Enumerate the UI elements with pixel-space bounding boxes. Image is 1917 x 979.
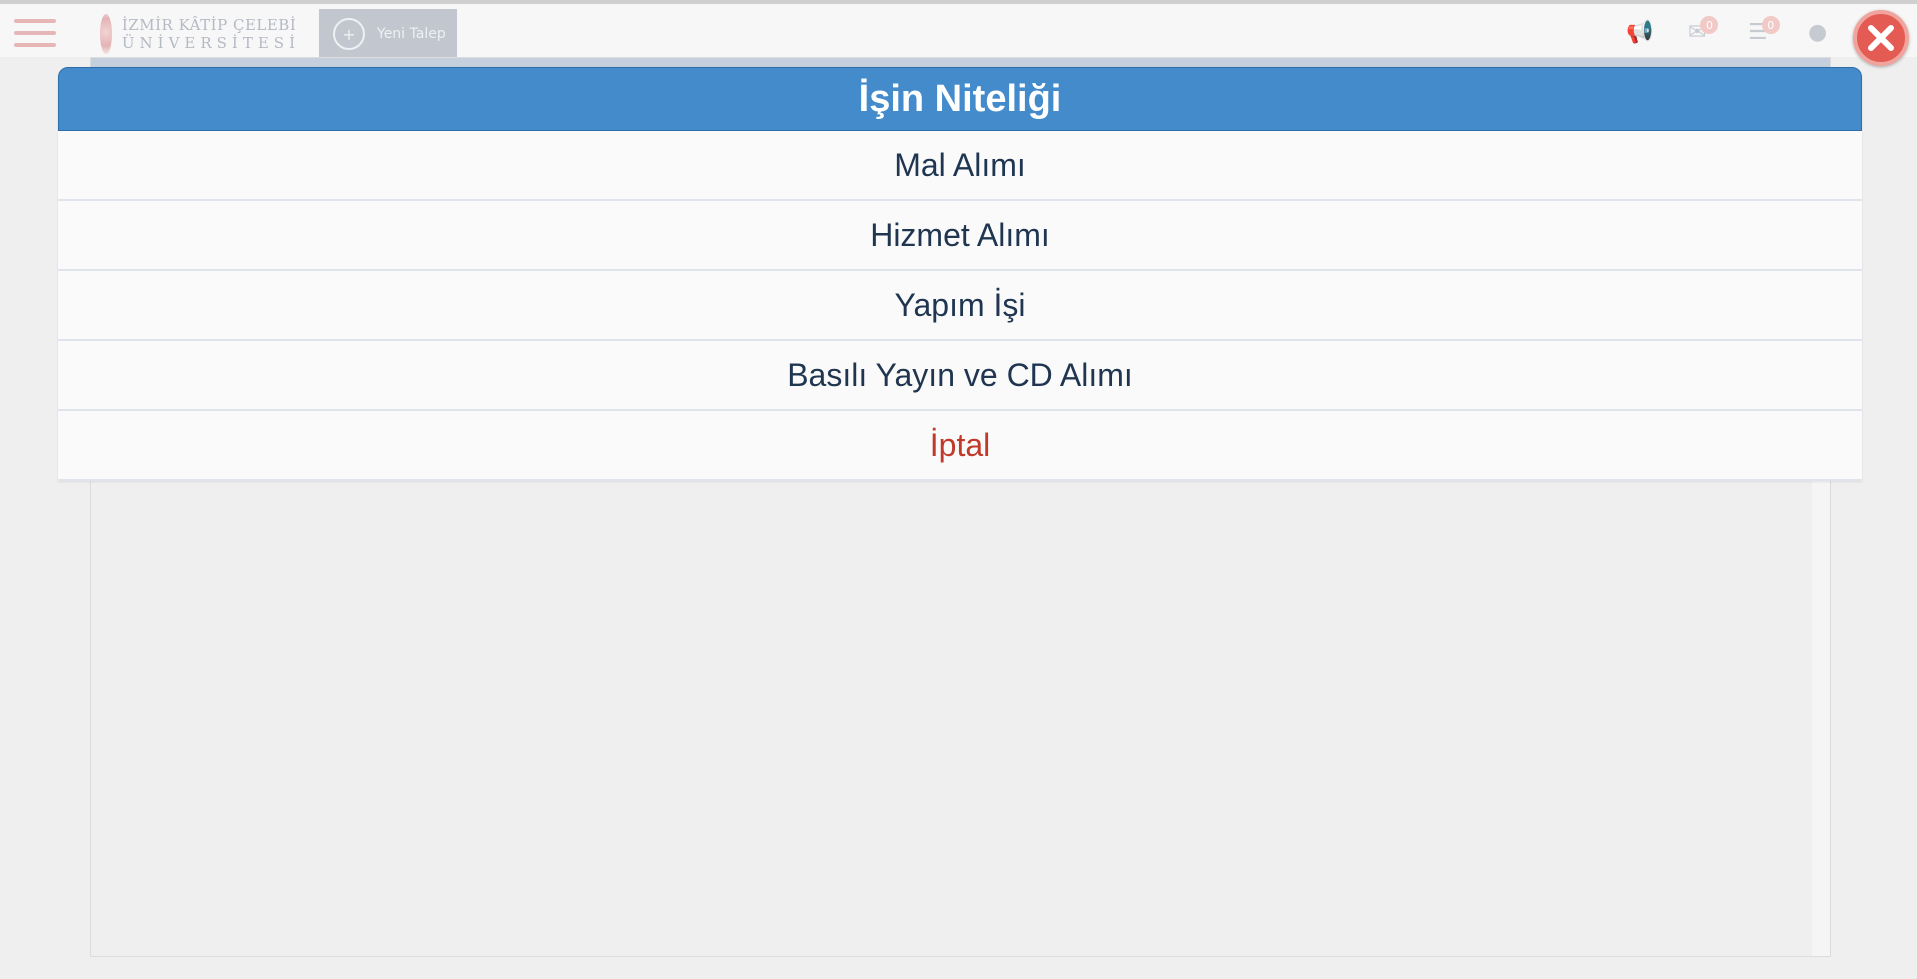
option-print-cd-purchase[interactable]: Basılı Yayın ve CD Alımı	[58, 341, 1862, 411]
option-goods-purchase[interactable]: Mal Alımı	[58, 131, 1862, 201]
option-construction-work[interactable]: Yapım İşi	[58, 271, 1862, 341]
tasks-count-badge: 0	[1761, 16, 1780, 34]
logo-line2: ÜNİVERSİTESİ	[121, 34, 300, 52]
megaphone-icon[interactable]: 📢	[1626, 20, 1653, 45]
work-type-modal: İşin Niteliği Mal Alımı Hizmet Alımı Yap…	[58, 67, 1862, 481]
logo-emblem	[100, 14, 112, 54]
plus-icon: +	[333, 18, 365, 50]
mail-count-badge: 0	[1700, 16, 1719, 34]
logo-line1: İZMİR KÂTİP ÇELEBİ	[121, 16, 297, 34]
mail-icon[interactable]: ✉ 0	[1688, 16, 1719, 45]
option-service-purchase[interactable]: Hizmet Alımı	[58, 201, 1862, 271]
new-request-label: Yeni Talep	[377, 26, 446, 42]
new-request-button[interactable]: + Yeni Talep	[319, 9, 457, 59]
logo-text: İZMİR KÂTİP ÇELEBİ ÜNİVERSİTESİ	[122, 16, 300, 52]
university-logo[interactable]: İZMİR KÂTİP ÇELEBİ ÜNİVERSİTESİ	[100, 12, 300, 56]
globe-icon[interactable]: ●	[1808, 20, 1827, 45]
top-bar: İZMİR KÂTİP ÇELEBİ ÜNİVERSİTESİ + Yeni T…	[0, 0, 1917, 59]
close-icon	[1868, 25, 1894, 51]
modal-title: İşin Niteliği	[58, 67, 1862, 131]
menu-icon[interactable]	[14, 19, 56, 47]
cancel-button[interactable]: İptal	[58, 411, 1862, 481]
list-icon[interactable]: ☰ 0	[1748, 16, 1780, 45]
close-button[interactable]	[1853, 10, 1909, 66]
